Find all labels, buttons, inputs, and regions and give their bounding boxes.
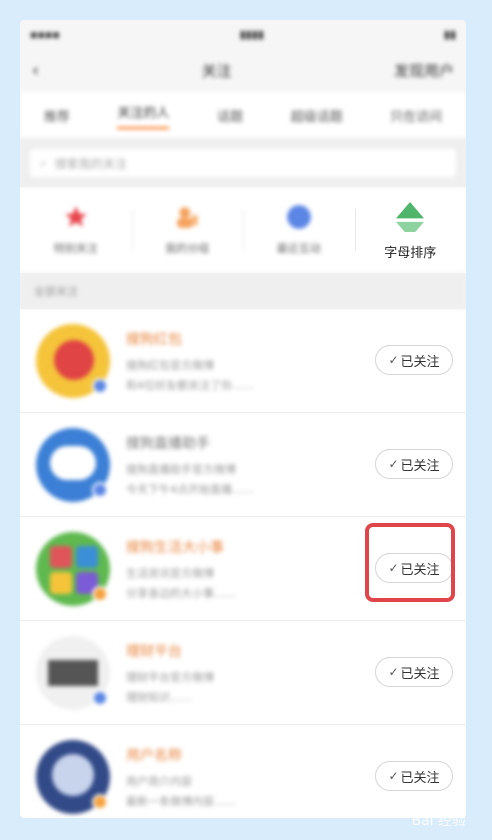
follow-label: 已关注: [400, 354, 440, 370]
user-name: 理财平台: [126, 643, 182, 660]
blurred-header: ▪▪▪▪ ▮▮▮▮ ▮▮ ‹ 关注 发现用户 推荐 关注的人 话题 超级话题 只…: [20, 20, 466, 187]
following-button[interactable]: ✓ 已关注: [375, 657, 453, 687]
user-name: 搜狗生活大小事: [126, 539, 224, 556]
tab-visits[interactable]: 只在访问: [390, 106, 442, 125]
compass-icon: [286, 205, 311, 229]
user-info: 搜狗红包 搜狗红包官方微博 和4位好友都关注了你……: [126, 329, 346, 393]
tab-following[interactable]: 关注的人: [117, 102, 170, 129]
check-icon: ✓: [388, 665, 399, 679]
user-content: 搜狗红包 搜狗红包官方微博 和4位好友都关注了你……: [20, 323, 346, 398]
highlight-box: [365, 523, 455, 602]
status-bar: ▪▪▪▪ ▮▮▮▮ ▮▮: [20, 20, 466, 48]
user-info: 理财平台 理财平台官方微博 理财知识……: [126, 641, 346, 705]
list-item[interactable]: 搜狗直播助手 搜狗直播助手官方微博 今天下午4点开始直播…… ✓ 已关注: [20, 413, 466, 517]
filter-label: 字母排序: [384, 245, 437, 261]
search-input[interactable]: ⌕ 搜索我的关注: [30, 149, 456, 177]
avatar-tile: [76, 545, 98, 568]
follow-label: 已关注: [400, 666, 440, 682]
follow-label: 已关注: [400, 770, 440, 786]
search-placeholder: 搜索我的关注: [54, 156, 127, 171]
user-latest: 理财知识……: [126, 690, 192, 704]
filter-label: 最近互动: [276, 242, 321, 255]
clock: ▮▮▮▮: [239, 27, 264, 41]
user-desc: 用户简介内容: [126, 774, 192, 788]
verified-badge-icon: [92, 793, 108, 810]
list-item[interactable]: 理财平台 理财平台官方微博 理财知识…… ✓ 已关注: [20, 621, 466, 725]
user-info: 用户名称 用户简介内容 最新一条微博内容……: [126, 745, 346, 809]
avatar-inner: [50, 445, 96, 480]
verified-badge-icon: [92, 689, 108, 706]
user-info: 搜狗生活大小事 生活资讯官方微博 分享身边的大小事……: [126, 537, 346, 601]
user-desc: 搜狗红包官方微博: [126, 358, 214, 372]
navigation-bar: ‹ 关注 发现用户: [20, 48, 466, 92]
filter-recent[interactable]: 最近互动: [243, 187, 355, 273]
check-icon: ✓: [388, 457, 399, 471]
filter-row: 特别关注 我的分组 最近互动 字母排序: [20, 187, 466, 273]
check-icon: ✓: [388, 769, 399, 783]
tab-bar: 推荐 关注的人 话题 超级话题 只在访问: [20, 92, 466, 139]
phone-screen: ▪▪▪▪ ▮▮▮▮ ▮▮ ‹ 关注 发现用户 推荐 关注的人 话题 超级话题 只…: [20, 20, 466, 818]
avatar-tile: [50, 571, 72, 594]
group-icon: [177, 207, 199, 228]
user-desc: 理财平台官方微博: [126, 670, 214, 684]
list-item[interactable]: 用户名称 用户简介内容 最新一条微博内容…… ✓ 已关注: [20, 725, 466, 818]
filter-alphabetical[interactable]: 字母排序: [354, 187, 467, 273]
user-desc: 搜狗直播助手官方微博: [126, 462, 236, 476]
avatar-inner: [54, 339, 94, 380]
back-arrow-icon[interactable]: ‹: [32, 60, 39, 81]
section-title: 全部关注: [34, 285, 78, 298]
diamond-icon: [396, 201, 425, 232]
discover-users-link[interactable]: 发现用户: [394, 60, 454, 81]
tab-super-topics[interactable]: 超级话题: [291, 106, 343, 125]
avatar-tile: [50, 545, 72, 568]
user-name: 搜狗红包: [126, 331, 182, 348]
avatar[interactable]: [36, 427, 110, 502]
filter-label: 特别关注: [53, 242, 98, 255]
follow-label: 已关注: [400, 458, 440, 474]
verified-badge-icon: [92, 481, 108, 498]
user-content: 搜狗直播助手 搜狗直播助手官方微博 今天下午4点开始直播……: [20, 427, 346, 502]
avatar[interactable]: [36, 323, 110, 398]
avatar[interactable]: [36, 531, 110, 606]
following-button[interactable]: ✓ 已关注: [375, 761, 453, 791]
list-item[interactable]: 搜狗红包 搜狗红包官方微博 和4位好友都关注了你…… ✓ 已关注: [20, 309, 466, 413]
avatar-inner: [52, 753, 94, 796]
filter-groups[interactable]: 我的分组: [131, 187, 244, 273]
user-latest: 和4位好友都关注了你……: [126, 378, 254, 392]
watermark-logo: Bai 经验: [411, 813, 466, 829]
following-button[interactable]: ✓ 已关注: [375, 449, 453, 479]
user-content: 搜狗生活大小事 生活资讯官方微博 分享身边的大小事……: [20, 531, 346, 606]
filter-label: 我的分组: [165, 242, 210, 255]
section-header: 全部关注: [20, 273, 466, 309]
search-icon: ⌕: [40, 155, 47, 170]
following-button[interactable]: ✓ 已关注: [375, 345, 453, 375]
user-info: 搜狗直播助手 搜狗直播助手官方微博 今天下午4点开始直播……: [126, 433, 346, 497]
avatar[interactable]: [36, 635, 110, 710]
tab-recommend[interactable]: 推荐: [44, 106, 70, 125]
user-content: 用户名称 用户简介内容 最新一条微博内容……: [20, 739, 346, 814]
user-latest: 最新一条微博内容……: [126, 794, 236, 808]
user-desc: 生活资讯官方微博: [126, 566, 214, 580]
filter-special[interactable]: 特别关注: [20, 187, 132, 273]
tab-topics[interactable]: 话题: [217, 106, 243, 125]
nav-title: 关注: [201, 61, 232, 80]
user-content: 理财平台 理财平台官方微博 理财知识……: [20, 635, 346, 710]
user-latest: 分享身边的大小事……: [126, 586, 236, 600]
battery-indicator: ▮▮: [443, 27, 456, 41]
search-wrapper: ⌕ 搜索我的关注: [20, 139, 466, 187]
verified-badge-icon: [92, 585, 108, 602]
signal-indicator: ▪▪▪▪: [30, 27, 60, 41]
star-icon: [64, 206, 87, 227]
check-icon: ✓: [388, 353, 399, 367]
verified-badge-icon: [92, 377, 108, 394]
user-latest: 今天下午4点开始直播……: [126, 482, 254, 496]
user-name: 搜狗直播助手: [126, 435, 210, 452]
user-name: 用户名称: [126, 747, 182, 764]
avatar[interactable]: [36, 739, 110, 814]
avatar-inner: [48, 659, 98, 686]
